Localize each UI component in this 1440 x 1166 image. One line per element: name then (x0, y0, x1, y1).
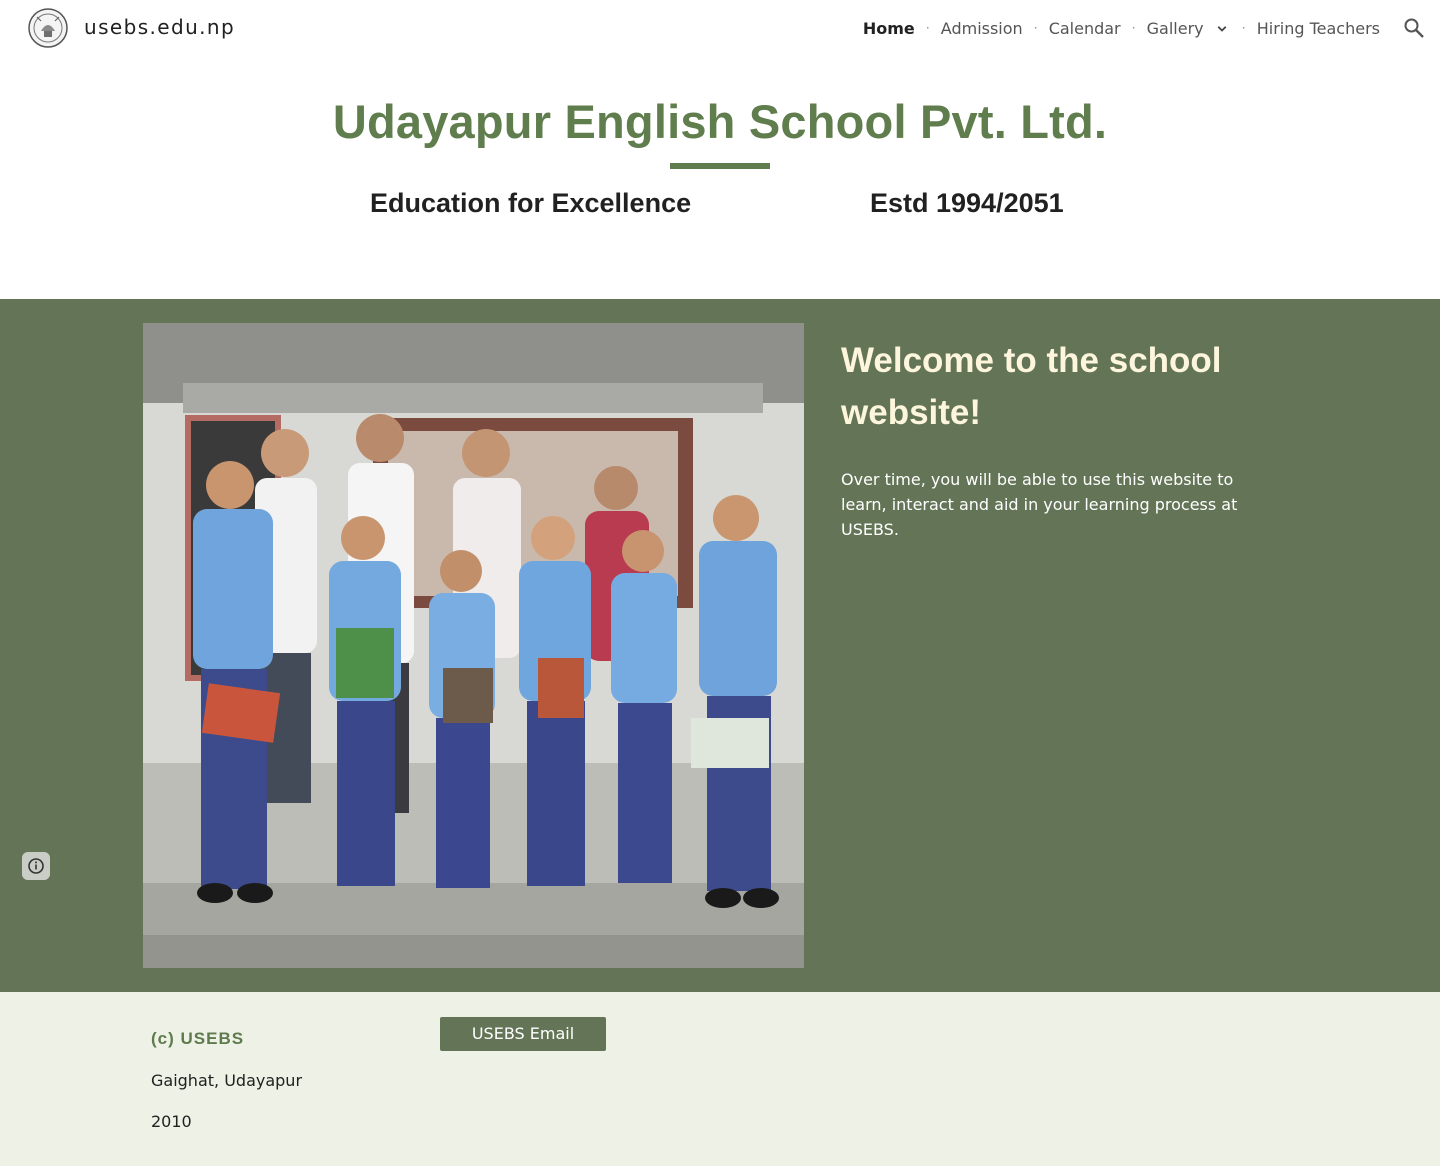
page-title: Udayapur English School Pvt. Ltd. (332, 95, 1108, 148)
main-nav: Home · Admission · Calendar · Gallery · … (863, 16, 1380, 40)
nav-home[interactable]: Home (863, 19, 915, 38)
site-footer: (c) USEBS Gaighat, Udayapur 2010 USEBS E… (0, 992, 1440, 1166)
established-label: Estd 1994/2051 (870, 188, 1064, 218)
info-icon[interactable] (22, 852, 50, 880)
site-name[interactable]: usebs.edu.np (84, 15, 235, 39)
tagline: Education for Excellence (370, 188, 692, 218)
usebs-email-button[interactable]: USEBS Email (440, 1017, 606, 1051)
search-icon[interactable] (1402, 16, 1426, 40)
nav-separator: · (1241, 21, 1246, 35)
students-photo (143, 323, 804, 968)
nav-separator: · (1033, 21, 1038, 35)
nav-separator: · (1131, 21, 1136, 35)
nav-admission[interactable]: Admission (941, 19, 1023, 38)
welcome-heading: Welcome to the school website! (841, 341, 1222, 432)
students-photo-illustration (143, 323, 804, 968)
title-divider (670, 163, 770, 169)
footer-address: Gaighat, Udayapur (151, 1071, 303, 1090)
footer-copyright: (c) USEBS (151, 1029, 245, 1048)
nav-gallery-label: Gallery (1146, 18, 1204, 38)
nav-gallery[interactable]: Gallery (1147, 19, 1231, 38)
school-logo-icon[interactable] (27, 7, 69, 49)
nav-separator: · (925, 21, 930, 35)
chevron-down-icon[interactable] (1213, 20, 1231, 38)
welcome-body: Over time, you will be able to use this … (841, 470, 1238, 539)
site-header: usebs.edu.np Home · Admission · Calendar… (0, 0, 1440, 56)
nav-calendar[interactable]: Calendar (1049, 19, 1121, 38)
footer-year: 2010 (151, 1112, 192, 1131)
nav-hiring-teachers[interactable]: Hiring Teachers (1257, 19, 1380, 38)
welcome-section: Welcome to the school website! Over time… (0, 299, 1440, 992)
